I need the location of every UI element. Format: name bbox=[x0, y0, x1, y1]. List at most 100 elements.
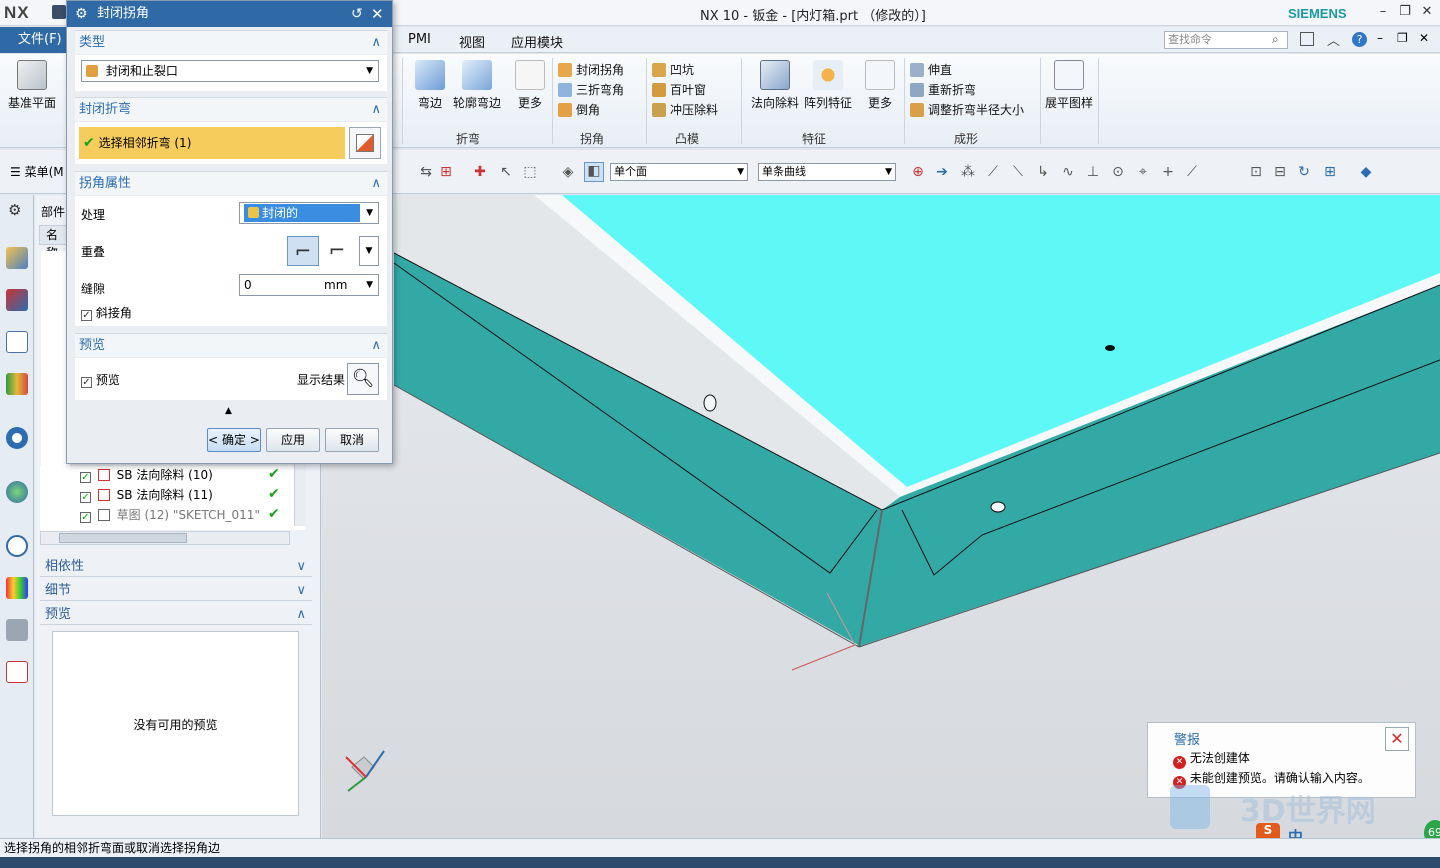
minimize-icon[interactable]: – bbox=[1374, 4, 1392, 20]
settings-gear-icon[interactable]: ⚙ bbox=[8, 201, 21, 219]
history-icon[interactable] bbox=[6, 535, 28, 557]
resize-bend-radius-command[interactable]: 调整折弯半径大小 bbox=[910, 100, 1034, 120]
snap-icon[interactable]: ⊞ bbox=[438, 164, 454, 180]
show-result-button[interactable]: 🔍︎ bbox=[347, 363, 379, 395]
preview-checkbox-row[interactable]: ✓ 预览 bbox=[81, 371, 120, 388]
assembly-navigator-icon[interactable] bbox=[6, 247, 28, 269]
curve-rule-select[interactable]: 单条曲线 ▼ bbox=[758, 163, 896, 181]
fit-view-icon[interactable]: ⊡ bbox=[1248, 164, 1264, 180]
filter-icon[interactable]: ⇆ bbox=[418, 164, 434, 180]
axis-icon[interactable]: ⊥ bbox=[1085, 164, 1101, 180]
bend-face-select-button[interactable] bbox=[349, 127, 381, 159]
preview-section[interactable]: 预览 ∧ bbox=[40, 605, 312, 625]
overlap-dropdown[interactable]: ▼ bbox=[359, 236, 379, 266]
chamfer-command[interactable]: 倒角 bbox=[558, 100, 640, 120]
part-navigator-icon[interactable] bbox=[6, 331, 28, 353]
menu-pmi[interactable]: PMI bbox=[408, 32, 431, 47]
menu-button[interactable]: ☰ 菜单(M bbox=[10, 163, 64, 180]
gap-input[interactable]: 0 mm ▼ bbox=[239, 274, 379, 296]
tree-row[interactable]: ✓ SB 法向除料 (10) bbox=[80, 466, 213, 483]
collapse-arrow-icon[interactable]: ▲ bbox=[225, 406, 232, 416]
solid-icon[interactable]: ◈ bbox=[560, 164, 576, 180]
dimple-command[interactable]: 凹坑 bbox=[652, 60, 736, 80]
normal-cutout-button[interactable]: 法向除料 bbox=[750, 60, 800, 111]
reset-icon[interactable]: ↺ bbox=[351, 1, 363, 27]
doc-restore-icon[interactable]: ❐ bbox=[1397, 31, 1408, 45]
window-layout-icon[interactable] bbox=[1300, 32, 1314, 46]
drawn-cutout-command[interactable]: 冲压除料 bbox=[652, 100, 736, 120]
select-adjacent-bend[interactable]: ✔ 选择相邻折弯 (1) bbox=[79, 127, 345, 159]
reuse-library-icon[interactable] bbox=[6, 373, 28, 395]
apply-button[interactable]: 应用 bbox=[266, 428, 320, 452]
tree-row[interactable]: ✓ SB 法向除料 (11) bbox=[80, 486, 213, 503]
miter-checkbox-row[interactable]: ✓ 斜接角 bbox=[81, 304, 132, 321]
hd3d-tools-icon[interactable] bbox=[6, 427, 28, 449]
intersection-icon[interactable]: + bbox=[1160, 164, 1176, 180]
datum-plane-button[interactable]: 基准平面 bbox=[6, 60, 58, 111]
pattern-feature-button[interactable]: 阵列特征 bbox=[803, 60, 853, 111]
details-section[interactable]: 细节 ∨ bbox=[40, 581, 312, 601]
cursor-icon[interactable]: ↖ bbox=[498, 164, 514, 180]
more-bend-button[interactable]: 更多 bbox=[512, 60, 548, 111]
help-icon[interactable]: ? bbox=[1352, 32, 1367, 47]
tree-row[interactable]: ✓ 草图 (12) "SKETCH_011" bbox=[80, 506, 260, 523]
menu-view[interactable]: 视图 bbox=[459, 32, 485, 51]
close-window-icon[interactable]: ✕ bbox=[1418, 4, 1436, 20]
treatment-select[interactable]: 封闭的 ▼ bbox=[239, 202, 379, 224]
view-orientation-icon[interactable]: ⊞ bbox=[1322, 164, 1338, 180]
closed-bend-section-header[interactable]: 封闭折弯 ∧ bbox=[75, 97, 387, 121]
visibility-checkbox[interactable]: ✓ bbox=[80, 492, 91, 503]
web-browser-icon[interactable] bbox=[6, 481, 28, 503]
ok-button[interactable]: < 确定 > bbox=[207, 428, 261, 452]
dialog-close-icon[interactable]: ✕ bbox=[371, 1, 384, 27]
tangent-icon[interactable]: ⟍ bbox=[1010, 164, 1026, 180]
corner-props-section-header[interactable]: 拐角属性 ∧ bbox=[75, 171, 387, 195]
scrollbar-thumb[interactable] bbox=[59, 533, 187, 543]
render-style-icon[interactable]: ◆ bbox=[1358, 164, 1374, 180]
overlap-open-option[interactable]: ⌐ bbox=[321, 236, 353, 266]
process-studio-icon[interactable] bbox=[6, 619, 28, 641]
visibility-checkbox[interactable]: ✓ bbox=[80, 512, 91, 523]
snap-point-icon[interactable]: ⊕ bbox=[910, 164, 926, 180]
doc-close-icon[interactable]: ✕ bbox=[1419, 31, 1429, 45]
search-icon[interactable]: ⌕ bbox=[1272, 32, 1279, 47]
roles-icon[interactable] bbox=[6, 661, 28, 683]
louver-command[interactable]: 百叶窗 bbox=[652, 80, 736, 100]
tree-horizontal-scrollbar[interactable] bbox=[40, 531, 290, 545]
dialog-gear-icon[interactable]: ⚙ bbox=[75, 1, 88, 27]
zoom-icon[interactable]: ⊟ bbox=[1272, 164, 1288, 180]
type-select[interactable]: 封闭和止裂口 ▼ bbox=[81, 60, 379, 82]
file-menu[interactable]: 文件(F) bbox=[0, 27, 66, 53]
circle-center-icon[interactable]: ⊙ bbox=[1110, 164, 1126, 180]
visibility-checkbox[interactable]: ✓ bbox=[80, 472, 91, 483]
flange-button[interactable]: 弯边 bbox=[412, 60, 448, 111]
line-icon[interactable]: ⟋ bbox=[985, 164, 1001, 180]
curve-icon[interactable]: ↳ bbox=[1035, 164, 1051, 180]
constraint-navigator-icon[interactable] bbox=[6, 289, 28, 311]
dependencies-section[interactable]: 相依性 ∨ bbox=[40, 557, 312, 577]
closed-corner-command[interactable]: 封闭拐角 bbox=[558, 60, 640, 80]
point-icon[interactable]: ✚ bbox=[472, 164, 488, 180]
doc-minimize-icon[interactable]: – bbox=[1377, 31, 1383, 45]
tree-vertical-scrollbar[interactable] bbox=[294, 458, 306, 526]
rectangle-select-icon[interactable]: ⬚ bbox=[522, 164, 538, 180]
save-icon[interactable] bbox=[52, 5, 66, 19]
contour-flange-button[interactable]: 轮廓弯边 bbox=[452, 60, 502, 111]
flat-pattern-button[interactable]: 展平图样 bbox=[1044, 60, 1094, 111]
three-bend-corner-command[interactable]: 三折弯角 bbox=[558, 80, 640, 100]
command-search-input[interactable]: 查找命令 bbox=[1164, 31, 1288, 49]
overlap-closed-option[interactable]: ⌐ bbox=[287, 236, 319, 266]
type-section-header[interactable]: 类型 ∧ bbox=[75, 30, 387, 54]
alert-close-button[interactable]: ✕ bbox=[1385, 727, 1409, 751]
preview-checkbox[interactable]: ✓ bbox=[81, 377, 92, 388]
face-filter-select[interactable]: 单个面 ▼ bbox=[610, 163, 748, 181]
cancel-button[interactable]: 取消 bbox=[325, 428, 379, 452]
existing-point-icon[interactable]: ⟋ bbox=[1184, 164, 1200, 180]
restore-icon[interactable]: ❐ bbox=[1396, 4, 1414, 20]
preview-section-header[interactable]: 预览 ∧ bbox=[75, 333, 387, 357]
collapse-ribbon-icon[interactable]: ︿ bbox=[1327, 30, 1340, 49]
palette-icon[interactable] bbox=[6, 577, 28, 599]
menu-app-modules[interactable]: 应用模块 bbox=[511, 32, 563, 51]
quadrant-icon[interactable]: ⌖ bbox=[1135, 164, 1151, 180]
miter-checkbox[interactable]: ✓ bbox=[81, 310, 92, 321]
